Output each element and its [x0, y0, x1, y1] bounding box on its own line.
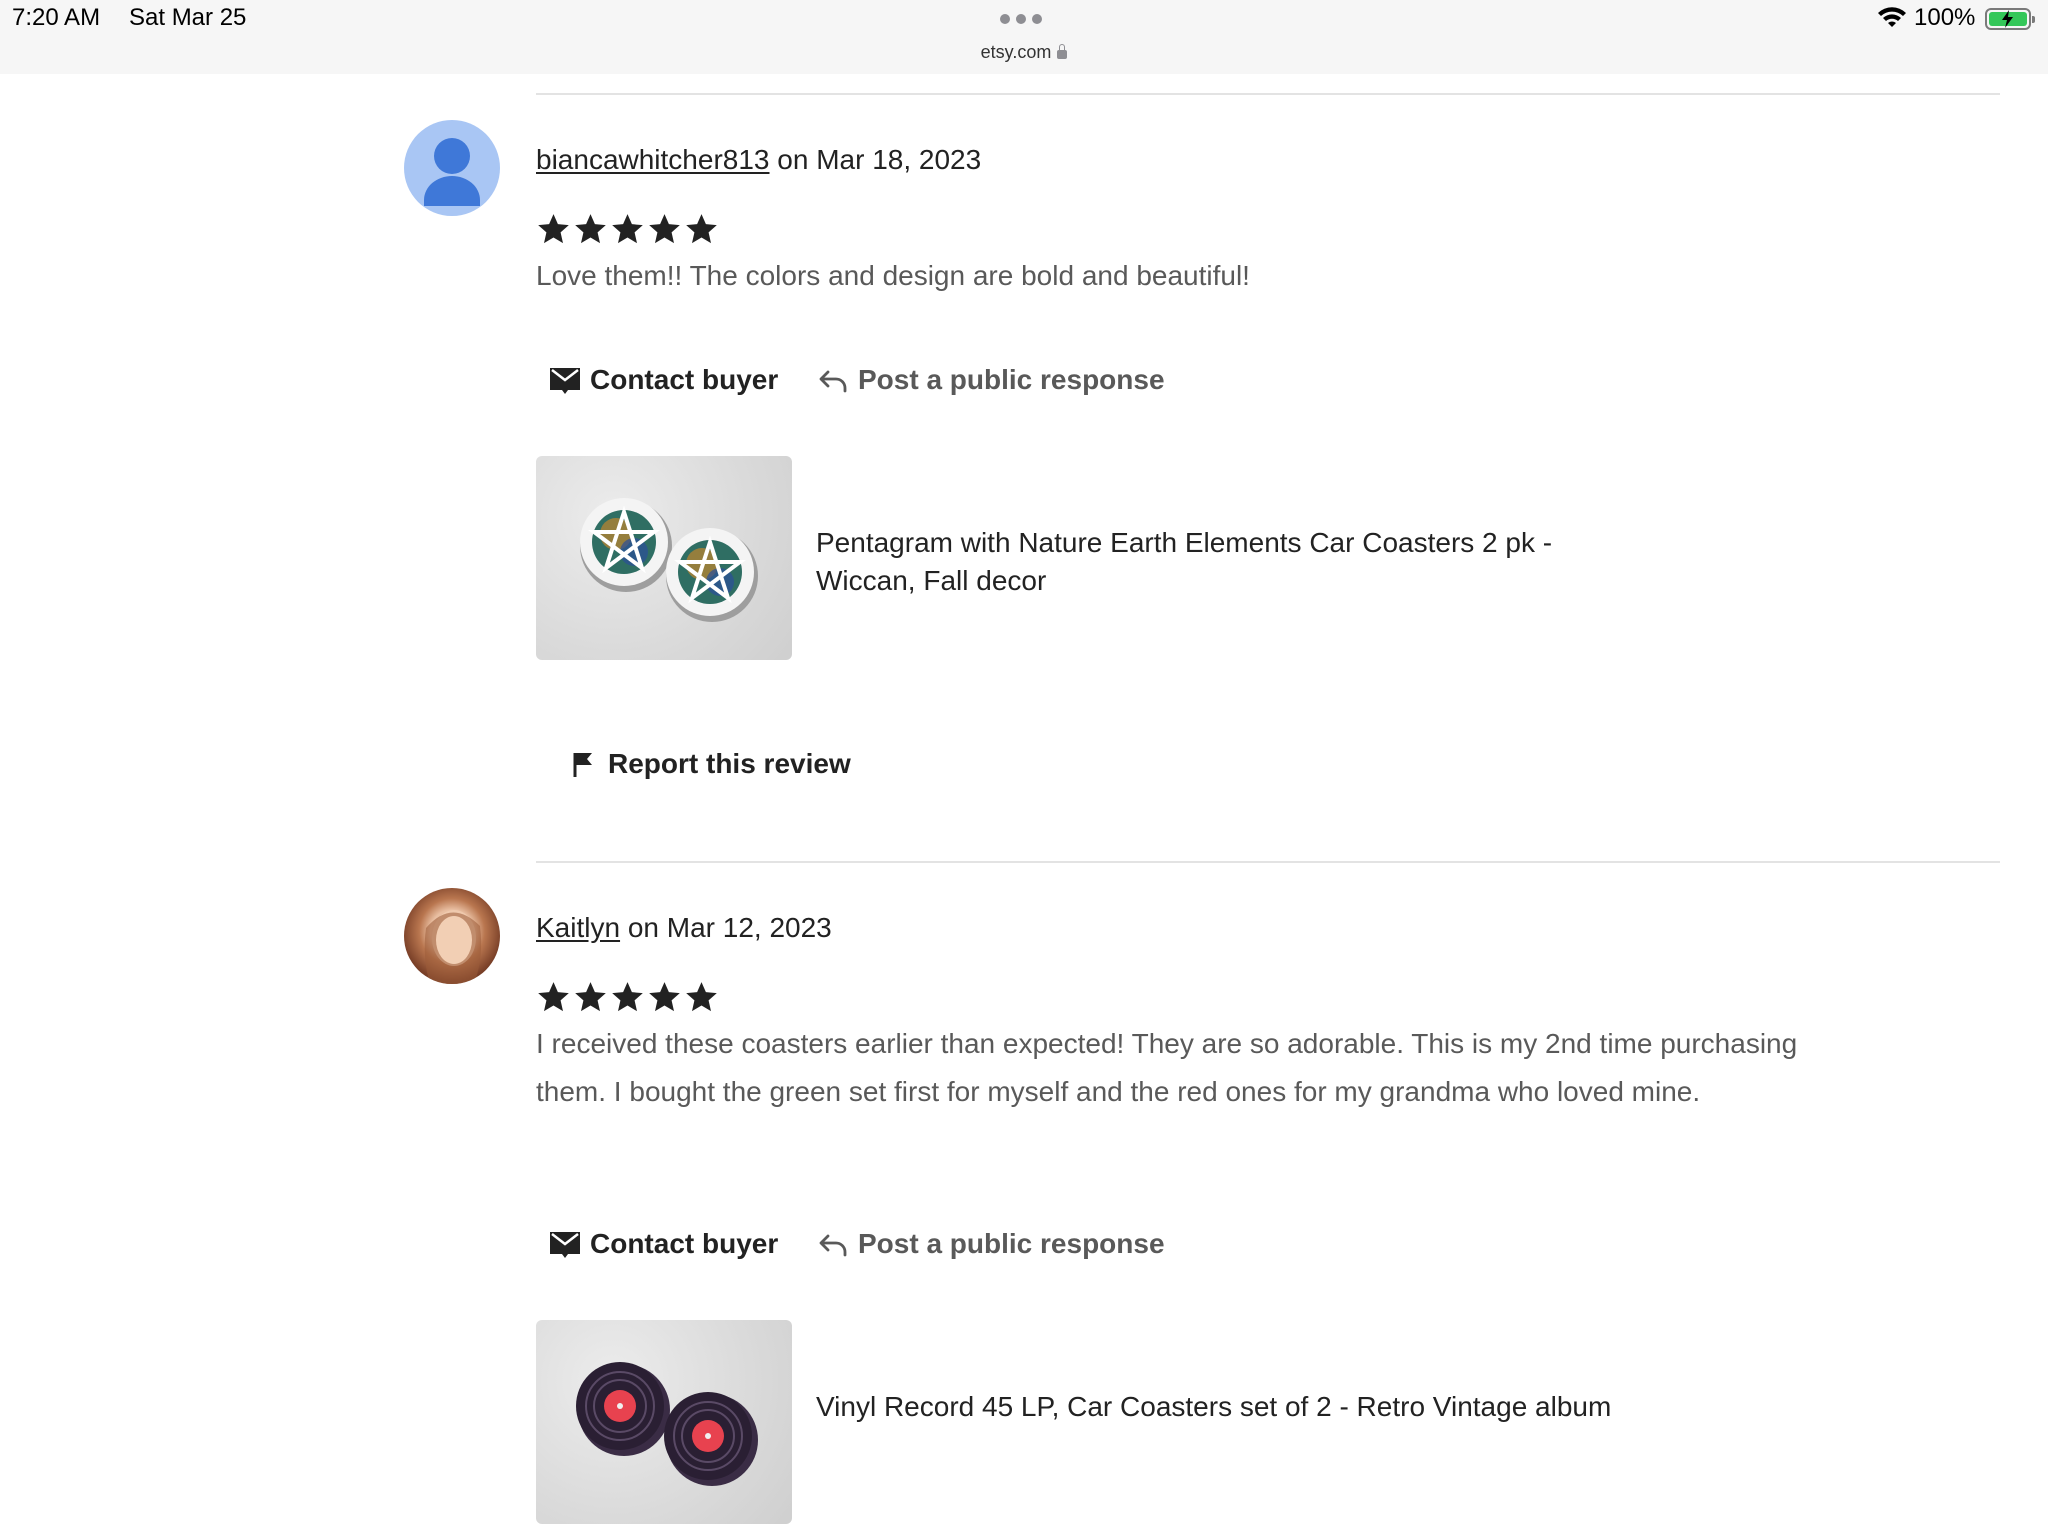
- star-icon: [575, 214, 606, 244]
- contact-buyer-button[interactable]: Contact buyer: [550, 1228, 778, 1260]
- user-silhouette-icon: [424, 138, 480, 206]
- battery-percent: 100%: [1914, 4, 1976, 31]
- envelope-icon: [550, 1232, 580, 1258]
- reply-arrow-icon: [819, 370, 847, 393]
- star-icon: [649, 982, 680, 1012]
- reviewer-name-link[interactable]: biancawhitcher813: [536, 144, 770, 175]
- star-rating: [536, 980, 719, 1014]
- star-icon: [575, 982, 606, 1012]
- contact-buyer-label: Contact buyer: [590, 1228, 779, 1259]
- post-public-response-label: Post a public response: [858, 364, 1165, 395]
- product-title-link[interactable]: Pentagram with Nature Earth Elements Car…: [816, 524, 1636, 600]
- star-icon: [612, 214, 643, 244]
- star-icon: [612, 982, 643, 1012]
- post-public-response-button[interactable]: Post a public response: [818, 1228, 1165, 1260]
- address-bar[interactable]: etsy.com: [0, 42, 2048, 63]
- avatar[interactable]: [404, 120, 500, 216]
- product-thumbnail[interactable]: [536, 456, 792, 660]
- report-review-button[interactable]: Report this review: [572, 748, 851, 780]
- lock-icon: [1057, 44, 1068, 59]
- status-time: 7:20 AM: [12, 4, 101, 31]
- report-review-label: Report this review: [608, 748, 851, 779]
- star-icon: [538, 982, 569, 1012]
- avatar[interactable]: [404, 888, 500, 984]
- post-public-response-label: Post a public response: [858, 1228, 1165, 1259]
- star-rating: [536, 212, 719, 246]
- envelope-icon: [550, 368, 580, 394]
- product-thumbnail[interactable]: [536, 1320, 792, 1524]
- battery-icon: [1985, 8, 2035, 30]
- reviewer-name-link[interactable]: Kaitlyn: [536, 912, 620, 943]
- review-header: Kaitlyn on Mar 12, 2023: [536, 912, 832, 944]
- pentagram-coasters-image: [580, 498, 758, 622]
- vinyl-coasters-image: [576, 1362, 758, 1486]
- product-title-link[interactable]: Vinyl Record 45 LP, Car Coasters set of …: [816, 1388, 1636, 1426]
- multitasking-dots-icon[interactable]: [1000, 14, 1048, 24]
- wifi-icon: [1878, 7, 1906, 27]
- reply-arrow-icon: [819, 1234, 847, 1257]
- divider: [536, 93, 2000, 95]
- review-text: I received these coasters earlier than e…: [536, 1028, 1798, 1107]
- divider: [536, 861, 2000, 863]
- browser-top-bar: 7:20 AM Sat Mar 25 etsy.com 100%: [0, 0, 2048, 74]
- contact-buyer-button[interactable]: Contact buyer: [550, 364, 778, 396]
- star-icon: [686, 214, 717, 244]
- post-public-response-button[interactable]: Post a public response: [818, 364, 1165, 396]
- status-date: Sat Mar 25: [129, 4, 247, 31]
- reviewer-photo: [424, 910, 482, 984]
- star-icon: [686, 982, 717, 1012]
- star-icon: [649, 214, 680, 244]
- flag-icon: [573, 753, 592, 777]
- url-text: etsy.com: [980, 42, 1052, 62]
- review-header: biancawhitcher813 on Mar 18, 2023: [536, 144, 981, 176]
- review-date: on Mar 12, 2023: [627, 912, 832, 943]
- review-date: on Mar 18, 2023: [777, 144, 982, 175]
- review-text: Love them!! The colors and design are bo…: [536, 260, 1250, 291]
- contact-buyer-label: Contact buyer: [590, 364, 779, 395]
- star-icon: [538, 214, 569, 244]
